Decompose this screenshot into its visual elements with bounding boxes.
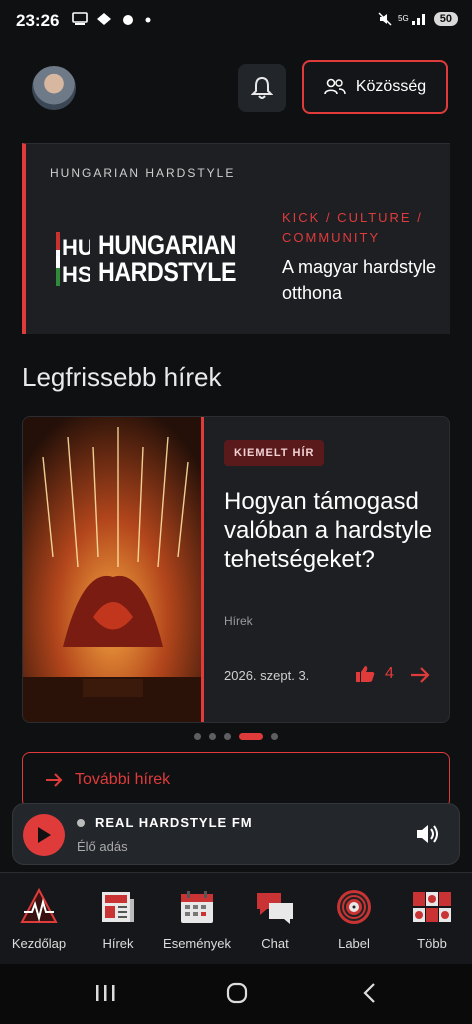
tab-label: Kezdőlap [11,936,67,951]
carousel-dot[interactable] [194,733,201,740]
logo-line-1: HUNGARIAN [98,230,237,260]
carousel-dot[interactable] [209,733,216,740]
play-icon [38,827,51,843]
dot-icon [145,17,151,23]
carousel-dots[interactable] [194,733,278,740]
tab-home[interactable]: Kezdőlap [1,887,77,951]
live-indicator [77,819,85,827]
news-category: Hírek [224,614,253,628]
battery-indicator: 50 [433,12,458,26]
carousel-dot[interactable] [224,733,231,740]
community-button[interactable]: Közösség [302,60,448,114]
tab-label: Hírek [102,936,134,951]
vinyl-icon [337,890,371,924]
news-title[interactable]: Hogyan támogasd valóban a hardstyle tehe… [224,487,434,574]
bottom-tab-bar: Kezdőlap Hírek Események Chat Label Több [0,872,472,965]
back-icon[interactable] [360,982,380,1004]
player-status: Élő adás [77,839,128,854]
like-button[interactable]: 4 [355,665,394,683]
users-icon [324,78,346,95]
news-image [23,417,201,722]
more-grid-icon [413,892,451,922]
app-icon [97,13,111,25]
recents-icon[interactable] [94,982,116,1004]
like-count: 4 [385,665,394,682]
notification-icon [72,12,88,25]
thumbs-up-icon [356,666,375,682]
hh-logo-icon: HU HS [56,232,90,286]
tab-label-section[interactable]: Label [316,887,392,951]
svg-text:HU: HU [62,235,90,260]
system-nav-bar [0,964,472,1024]
bell-icon [251,76,273,99]
arrow-right-icon [46,773,63,787]
notifications-button[interactable] [238,64,286,112]
status-time: 23:26 [16,11,60,30]
tab-label: Események [163,936,231,951]
hero-tagline: KICK / CULTURE / COMMUNITY [282,210,423,245]
news-accent-bar [201,417,204,722]
mute-icon [378,12,392,26]
signal-5g-icon: 5G [398,14,425,25]
carousel-dot[interactable] [239,733,263,740]
bird-icon [123,15,133,25]
more-news-label: További hírek [75,771,171,788]
home-pulse-icon [20,888,58,923]
hero-banner: HUNGARIAN HARDSTYLE HU HS HUNGARIAN HARD… [22,143,450,334]
status-bar: 23:26 5G 50 [0,0,472,44]
calendar-icon [181,891,213,923]
hero-subtitle: A magyar hardstyle otthona [282,257,437,303]
tab-events[interactable]: Események [159,887,235,951]
news-date: 2026. szept. 3. [224,668,310,683]
home-icon[interactable] [226,982,248,1004]
tab-label: Több [417,936,447,951]
more-news-button[interactable]: További hírek [22,752,450,808]
play-button[interactable] [23,814,65,856]
logo-line-2: HARDSTYLE [98,257,237,287]
carousel-dot[interactable] [271,733,278,740]
chat-icon [257,893,293,924]
volume-icon[interactable] [415,822,441,846]
tab-more[interactable]: Több [394,887,470,951]
newspaper-icon [102,892,134,922]
tab-chat[interactable]: Chat [237,887,313,951]
svg-text:5G: 5G [398,14,409,23]
station-name: REAL HARDSTYLE FM [95,815,253,830]
tab-news[interactable]: Hírek [80,887,156,951]
hero-logo-text: HUNGARIAN HARDSTYLE [98,232,236,286]
tab-label: Label [338,936,370,951]
notification-icons [72,12,152,26]
featured-news-card[interactable]: KIEMELT HÍR Hogyan támogasd valóban a ha… [22,416,450,723]
arrow-right-icon[interactable] [409,665,431,685]
system-icons: 5G 50 [378,12,458,26]
section-title: Legfrissebb hírek [22,362,222,392]
user-avatar[interactable] [32,66,76,110]
hero-kicker: HUNGARIAN HARDSTYLE [50,166,236,180]
radio-player: REAL HARDSTYLE FM Élő adás [12,803,460,865]
featured-badge: KIEMELT HÍR [224,440,325,466]
tab-label: Chat [261,936,289,951]
community-label: Közösség [355,78,427,95]
svg-text:HS: HS [62,262,90,286]
